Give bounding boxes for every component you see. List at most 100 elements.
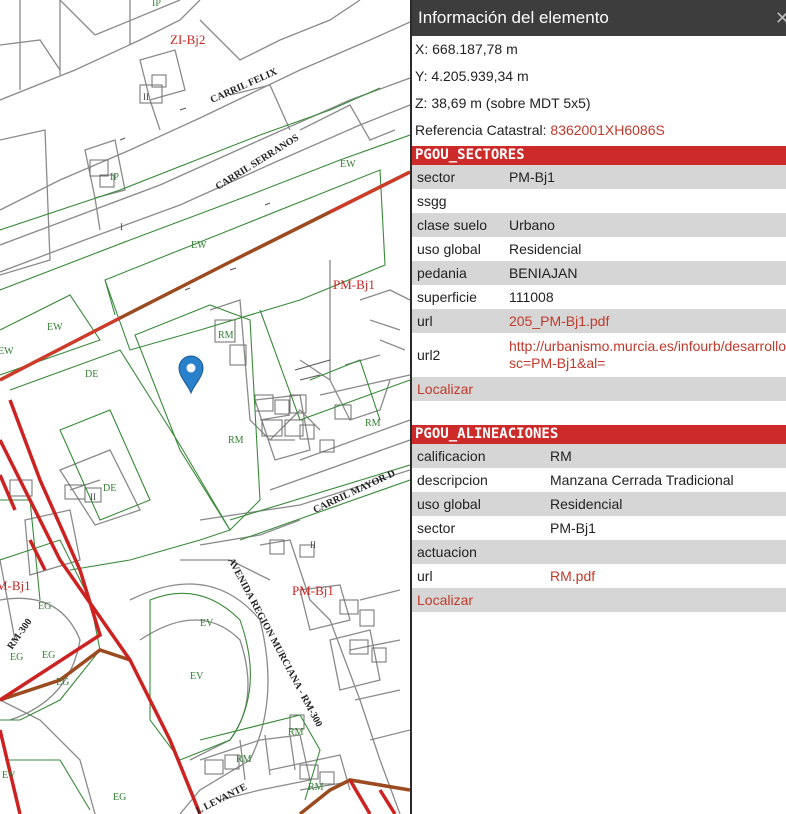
parcel-labels: II II I II [90,92,316,550]
url2-link[interactable]: http://urbanismo.murcia.es/infourb/desar… [504,333,786,377]
attr-value: PM-Bj1 [503,165,786,189]
table-row: calificacion RM [412,444,786,468]
attr-value: PM-Bj1 [550,520,596,536]
attr-value: Residencial [545,492,786,516]
zone-label: EW [191,240,207,251]
url-link[interactable]: 205_PM-Bj1.pdf [503,309,786,333]
map-view[interactable]: CARRIL FELIX CARRIL SERRANOS CARRIL MAYO… [0,0,410,814]
sector-label: M-Bj1 [0,578,31,593]
cadastral-map: CARRIL FELIX CARRIL SERRANOS CARRIL MAYO… [0,0,410,814]
attr-key: uso global [412,492,545,516]
zone-label: EW [340,159,356,170]
zone-label: IP [110,172,119,183]
table-row: sector PM-Bj1 [412,516,786,540]
attr-key: ssgg [417,193,447,209]
zone-label: IP [152,0,161,9]
attr-key: url [417,568,433,584]
sector-boundaries [0,399,397,814]
section-header-alineaciones: PGOU_ALINEACIONES [412,425,786,444]
sector-label: PM-Bj1 [333,277,375,292]
table-row: superficie 111008 [412,285,786,309]
parcel-label: II [90,492,96,502]
zone-label: EG [38,601,51,612]
zone-label: RM [218,330,234,341]
attr-key: descripcion [417,472,488,488]
localizar-link[interactable]: Localizar [417,381,473,397]
zone-label: EG [42,650,55,661]
sector-label: PM-Bj1 [292,583,334,598]
attr-key: sector [412,165,504,189]
zoning-boundaries [0,87,410,811]
attr-key: superficie [417,289,477,305]
cadastral-reference-link[interactable]: 8362001XH6086S [550,122,664,138]
attr-value: Manzana Cerrada Tradicional [550,472,734,488]
street-label: CARRIL FELIX [209,66,280,106]
attr-value [545,540,786,564]
zone-label: EG [113,792,126,803]
cadastral-reference-label: Referencia Catastral: [415,122,551,138]
url-link[interactable]: RM.pdf [545,564,786,588]
zone-label: EV [190,671,204,682]
street-label: RM-300 [5,617,34,652]
table-row: uso global Residencial [412,237,786,261]
table-row: descripcion Manzana Cerrada Tradicional [412,468,786,492]
parcel-label: II [310,540,316,550]
attr-key: clase suelo [412,213,504,237]
attr-key: uso global [417,241,481,257]
zone-label: EG [10,652,23,663]
z-coordinate: Z: 38,69 m (sobre MDT 5x5) [415,95,591,111]
zone-label: RM [308,782,324,793]
zone-label: EV [2,770,16,781]
table-row: actuacion [412,540,786,564]
x-coordinate: X: 668.187,78 m [415,41,518,57]
zone-label: EV [200,618,214,629]
attr-value: RM [545,444,786,468]
attr-key: calificacion [412,444,545,468]
attr-value: Urbano [503,213,786,237]
attr-key: url2 [417,347,441,363]
table-row: sector PM-Bj1 [412,165,786,189]
street-label: CARRIL MAYOR D [312,468,397,516]
zone-label: RM [228,435,244,446]
zone-label: EW [47,322,63,333]
attr-key: url [412,309,504,333]
alineaciones-table: calificacion RM descripcion Manzana Cerr… [412,444,786,588]
panel-title: Información del elemento [418,8,609,27]
zone-label: RM [236,754,252,765]
zone-label: RM [365,418,381,429]
zone-label: EW [0,346,14,357]
attr-key: pedania [412,261,504,285]
url2-link-line2[interactable]: sc=PM-Bj1&al= [509,355,605,371]
zone-label: DE [103,483,116,494]
table-row: ssgg [412,189,786,213]
cadastral-parcels [0,0,410,814]
info-panel: Información del elemento ✕ X: 668.187,78… [410,0,786,814]
section-header-sectores: PGOU_SECTORES [412,146,786,165]
localizar-row: Localizar [412,377,786,401]
zone-label: EG [56,677,69,688]
parcel-label: II [143,92,149,102]
sector-label: ZI-Bj2 [170,32,205,47]
table-row: pedania BENIAJAN [412,261,786,285]
map-pin-icon[interactable] [178,355,204,395]
attr-value [504,189,786,213]
table-row: clase suelo Urbano [412,213,786,237]
close-icon[interactable]: ✕ [775,0,786,36]
panel-header: Información del elemento ✕ [412,0,786,36]
attr-value: Residencial [508,241,582,257]
table-row: uso global Residencial [412,492,786,516]
attr-value: 111008 [508,289,554,305]
localizar-link[interactable]: Localizar [417,592,473,608]
zone-labels: IP EW EW EW EW DE DE RM RM RM EG EG EG E… [0,0,381,803]
url2-link-line1[interactable]: http://urbanismo.murcia.es/infourb/desar… [509,338,786,354]
street-label: L LEVANTE [194,781,249,814]
localizar-row: Localizar [412,588,786,612]
table-row: url RM.pdf [412,564,786,588]
parcel-label: I [120,222,123,232]
cadastral-reference: Referencia Catastral: 8362001XH6086S [412,117,786,144]
y-coordinate: Y: 4.205.939,34 m [415,68,529,84]
attr-key: actuacion [412,540,545,564]
table-row: url 205_PM-Bj1.pdf [412,309,786,333]
zone-label: RM [288,727,304,738]
